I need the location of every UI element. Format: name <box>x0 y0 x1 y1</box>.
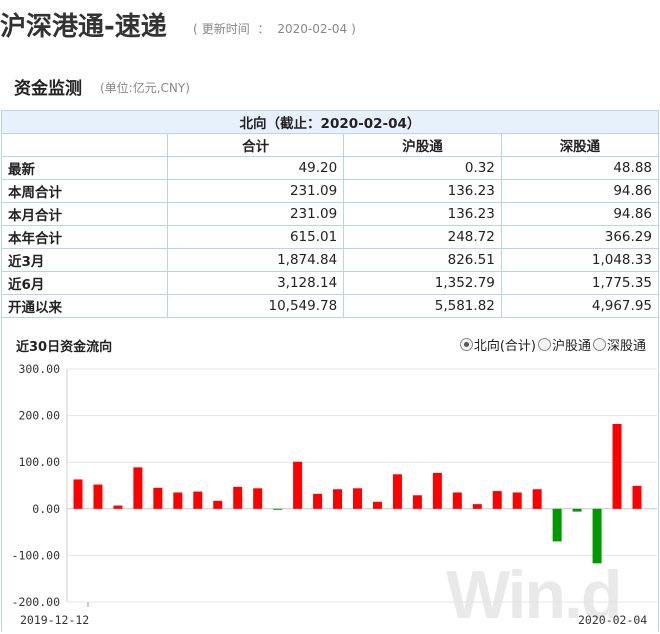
column-header: 沪股通 <box>343 133 502 157</box>
table-cell: 49.20 <box>166 156 345 180</box>
row-label: 最新 <box>2 156 168 180</box>
radio-label: 北向(合计) <box>473 339 536 354</box>
update-paren-open: ( <box>193 22 198 36</box>
series-selector: 北向(合计) 沪股通 深股通 <box>459 335 646 354</box>
table-header-row: 合计 沪股通 深股通 <box>2 133 658 157</box>
table-cell: 5,581.82 <box>343 294 502 318</box>
table-cell: 1,352.79 <box>343 271 502 295</box>
update-label: 更新时间 <box>201 22 250 36</box>
update-date: 2020-02-04 <box>277 22 348 36</box>
chart-title: 近30日资金流向 <box>16 340 113 355</box>
table-cell: 1,775.35 <box>500 271 658 295</box>
row-label: 开通以来 <box>2 294 168 318</box>
fund-monitor-panel: 北向（截止：2020-02-04） 合计 沪股通 深股通 最新 49.20 0.… <box>1 110 659 632</box>
table-row: 近6月 3,128.14 1,352.79 1,775.35 <box>2 271 658 295</box>
table-cell: 94.86 <box>500 179 658 203</box>
column-header: 深股通 <box>500 133 658 157</box>
table-cell: 366.29 <box>500 225 658 249</box>
northbound-table: 北向（截止：2020-02-04） 合计 沪股通 深股通 最新 49.20 0.… <box>2 111 658 318</box>
unit-label: (单位:亿元,CNY) <box>100 81 190 95</box>
column-header: 合计 <box>166 133 345 157</box>
table-cell: 1,874.84 <box>166 248 345 272</box>
table-cell: 0.32 <box>343 156 502 180</box>
table-cell: 3,128.14 <box>166 271 345 295</box>
wind-watermark: Win.d <box>446 557 622 633</box>
table-cell: 94.86 <box>500 202 658 226</box>
table-caption: 北向（截止：2020-02-04） <box>2 111 658 134</box>
section-title: 资金监测 <box>14 79 82 99</box>
update-time: (更新时间 ： 2020-02-04) <box>193 20 360 37</box>
radio-selected-icon[interactable] <box>459 338 473 351</box>
page-header: 沪深港通-速递 (更新时间 ： 2020-02-04) <box>0 0 660 44</box>
row-label: 本年合计 <box>2 225 168 249</box>
table-cell: 136.23 <box>343 179 502 203</box>
row-label: 近6月 <box>2 271 168 295</box>
table-cell: 48.88 <box>500 156 658 180</box>
table-caption-row: 北向（截止：2020-02-04） <box>2 111 658 134</box>
radio-label: 沪股通 <box>551 339 591 354</box>
corner-cell <box>2 133 168 157</box>
table-row: 本年合计 615.01 248.72 366.29 <box>2 225 658 249</box>
page-title: 沪深港通-速递 <box>0 12 167 42</box>
radio-northbound[interactable]: 北向(合计) <box>459 335 536 354</box>
radio-unselected-icon[interactable] <box>537 338 551 351</box>
table-row: 最新 49.20 0.32 48.88 <box>2 156 658 180</box>
table-cell: 248.72 <box>343 225 502 249</box>
table-cell: 10,549.78 <box>166 294 345 318</box>
table-cell: 615.01 <box>166 225 345 249</box>
table-row: 本月合计 231.09 136.23 94.86 <box>2 202 658 226</box>
radio-shanghai[interactable]: 沪股通 <box>537 335 591 354</box>
row-label: 本周合计 <box>2 179 168 203</box>
row-label: 近3月 <box>2 248 168 272</box>
table-row: 本周合计 231.09 136.23 94.86 <box>2 179 658 203</box>
table-row: 近3月 1,874.84 826.51 1,048.33 <box>2 248 658 272</box>
table-cell: 1,048.33 <box>500 248 658 272</box>
table-cell: 4,967.95 <box>500 294 658 318</box>
table-cell: 231.09 <box>166 202 345 226</box>
radio-label: 深股通 <box>606 339 646 354</box>
update-paren-close: ) <box>351 22 356 36</box>
row-label: 本月合计 <box>2 202 168 226</box>
table-cell: 826.51 <box>343 248 502 272</box>
radio-unselected-icon[interactable] <box>592 338 606 351</box>
radio-shenzhen[interactable]: 深股通 <box>592 335 646 354</box>
table-cell: 136.23 <box>343 202 502 226</box>
update-separator: ： <box>257 22 270 36</box>
table-cell: 231.09 <box>166 179 345 203</box>
table-row: 开通以来 10,549.78 5,581.82 4,967.95 <box>2 294 658 318</box>
